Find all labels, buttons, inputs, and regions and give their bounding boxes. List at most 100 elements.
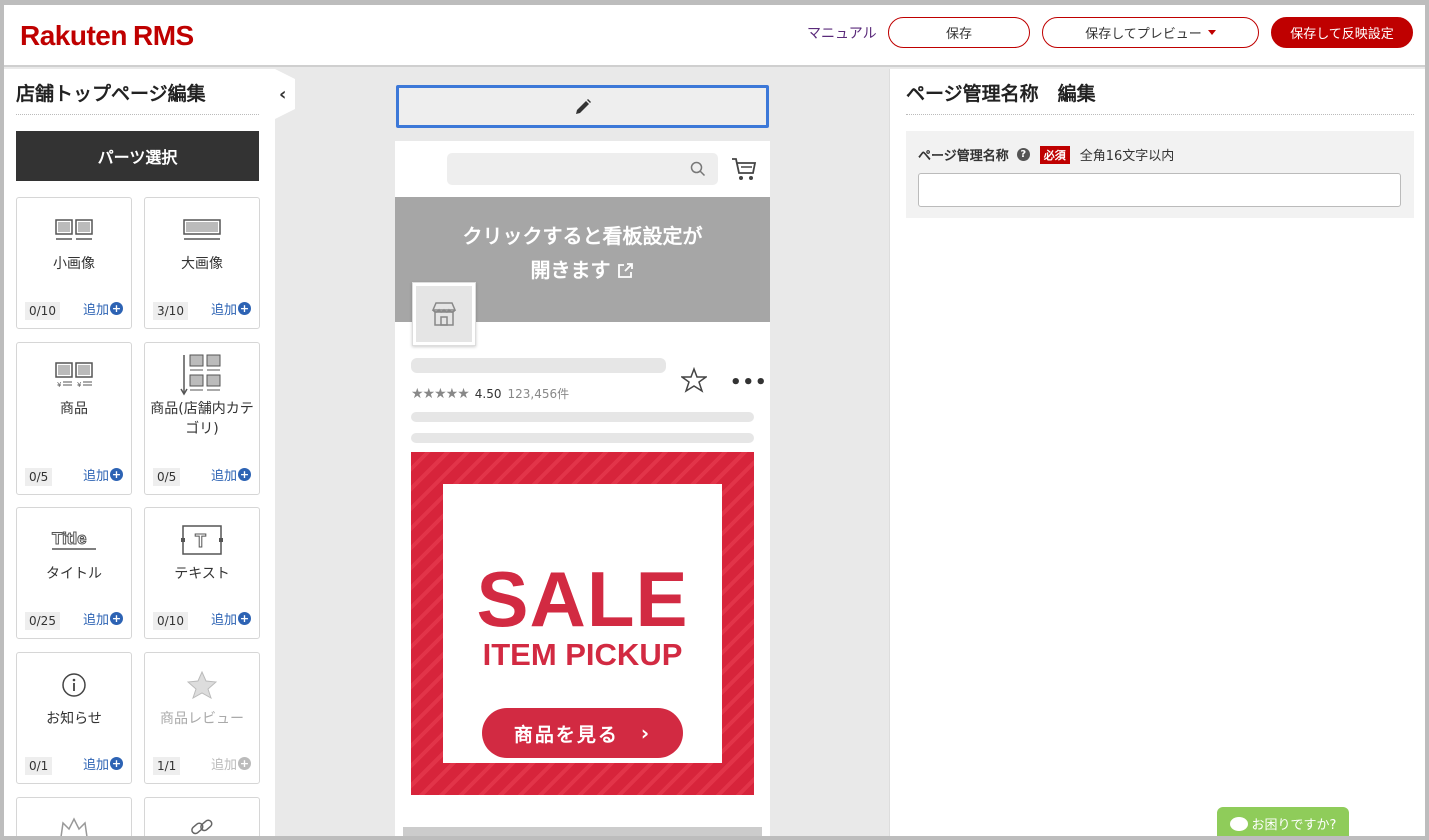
add-small-image-button[interactable]: 追加 + [83,299,123,318]
sale-title: SALE [476,555,689,643]
page-name-label-row: ページ管理名称 ? 必須 全角16文字以内 [918,145,1174,164]
plus-circle-icon: + [238,302,251,315]
help-chat-button[interactable]: お困りですか? [1217,807,1349,840]
part-count: 0/5 [153,468,181,486]
app-header: Rakuten RMS マニュアル 保存 保存してプレビュー 保存して反映設定 [0,0,1429,67]
signboard-banner-text: クリックすると看板設定が 開きます [395,219,770,287]
add-title-button[interactable]: 追加 + [83,609,123,628]
shop-logo-placeholder [412,282,476,346]
cart-icon [732,158,757,180]
help-chat-label: お困りですか? [1251,818,1337,833]
plus-circle-icon: + [238,757,251,770]
part-count: 0/5 [25,468,53,486]
banner-line-2: 開きます [530,258,611,282]
part-label: 商品 [60,401,88,417]
part-card-product-category[interactable]: 商品(店舗内カテゴリ) 0/5 追加 + [144,342,260,495]
save-and-preview-button[interactable]: 保存してプレビュー [1042,17,1259,48]
add-label: 追加 [82,303,109,318]
text-line-placeholder [411,433,754,443]
plus-circle-icon: + [110,757,123,770]
sale-banner[interactable]: SALE ITEM PICKUP 商品を見る › [411,452,754,795]
product-category-icon [145,353,259,397]
caret-down-icon [1207,30,1216,35]
preview-button-label: 保存してプレビュー [1085,27,1202,42]
shop-name-placeholder [411,358,666,373]
part-label: 大画像 [181,256,223,272]
manual-link[interactable]: マニュアル [807,23,877,43]
search-icon [690,161,706,177]
plus-circle-icon: + [238,468,251,481]
product-icon: ¥ ¥ [17,361,131,389]
part-card-text[interactable]: T テキスト 0/10 追加 + [144,507,260,639]
add-product-button[interactable]: 追加 + [83,465,123,484]
add-label: 追加 [210,758,237,773]
help-icon[interactable]: ? [1016,148,1030,161]
plus-circle-icon: + [110,612,123,625]
link-icon [145,814,259,840]
field-hint: 全角16文字以内 [1079,149,1175,164]
text-icon: T [145,525,259,555]
part-count: 0/10 [153,612,188,630]
add-product-category-button[interactable]: 追加 + [211,465,251,484]
next-section-placeholder [403,827,762,840]
view-products-button[interactable]: 商品を見る › [482,708,683,758]
add-text-button[interactable]: 追加 + [211,609,251,628]
add-info-button[interactable]: 追加 + [83,754,123,773]
part-label: お知らせ [46,711,102,727]
divider [16,114,259,115]
svg-text:Title: Title [52,529,87,548]
info-icon [17,671,131,699]
view-products-label: 商品を見る [513,723,619,746]
page-name-input[interactable] [918,173,1401,207]
add-label: 追加 [82,469,109,484]
part-card-ranking[interactable] [16,797,132,840]
part-label: 商品レビュー [160,711,244,727]
part-label: テキスト [174,566,230,582]
save-button[interactable]: 保存 [888,17,1030,48]
crown-icon [17,814,131,840]
add-label: 追加 [82,758,109,773]
banner-line-1: クリックすると看板設定が [462,224,703,248]
part-label: タイトル [46,566,102,582]
part-count: 0/1 [25,757,53,775]
parts-select-button[interactable]: パーツ選択 [16,131,259,181]
rating-value: 4.50 [474,386,502,401]
save-and-publish-button[interactable]: 保存して反映設定 [1271,17,1413,48]
large-image-icon [145,216,259,244]
rakuten-rms-logo[interactable]: Rakuten RMS [20,20,194,52]
parts-sidebar: 店舗トップページ編集 パーツ選択 小画像 0/10 追加 + 大画像 3/10 追… [4,69,275,840]
add-large-image-button[interactable]: 追加 + [211,299,251,318]
part-card-title[interactable]: Title タイトル 0/25 追加 + [16,507,132,639]
chat-bubble-icon [1229,816,1248,831]
publish-button-label: 保存して反映設定 [1290,27,1394,42]
part-card-small-image[interactable]: 小画像 0/10 追加 + [16,197,132,329]
save-button-label: 保存 [945,27,972,42]
star-icon [145,671,259,699]
part-card-product[interactable]: ¥ ¥ 商品 0/5 追加 + [16,342,132,495]
title-icon: Title [17,526,131,554]
store-icon [431,302,457,326]
field-label: ページ管理名称 [918,149,1009,164]
collapse-sidebar-button[interactable]: ‹ [275,69,295,119]
svg-text:T: T [195,531,206,551]
part-count: 0/10 [25,302,60,320]
divider [906,114,1414,115]
add-label: 追加 [210,303,237,318]
text-line-placeholder [411,412,754,422]
more-options-icon: ••• [730,372,768,393]
required-badge: 必須 [1039,145,1070,164]
sale-subtitle: ITEM PICKUP [482,637,683,672]
page-settings-panel: ページ管理名称 編集 ページ管理名称 ? 必須 全角16文字以内 [889,69,1425,840]
part-card-large-image[interactable]: 大画像 3/10 追加 + [144,197,260,329]
part-label: 商品(店舗内カテゴリ) [150,401,254,437]
plus-circle-icon: + [110,468,123,481]
storefront-preview: クリックすると看板設定が 開きます ••• ★★★★★ 4.50 123,456… [395,141,770,840]
part-card-info[interactable]: お知らせ 0/1 追加 + [16,652,132,784]
part-card-link[interactable] [144,797,260,840]
chevron-right-icon: › [640,721,652,745]
edit-header-bar[interactable] [396,85,769,128]
pencil-icon [575,98,591,114]
svg-text:¥: ¥ [77,381,82,388]
chevron-left-icon: ‹ [279,83,287,105]
page-name-form: ページ管理名称 ? 必須 全角16文字以内 [906,131,1414,218]
